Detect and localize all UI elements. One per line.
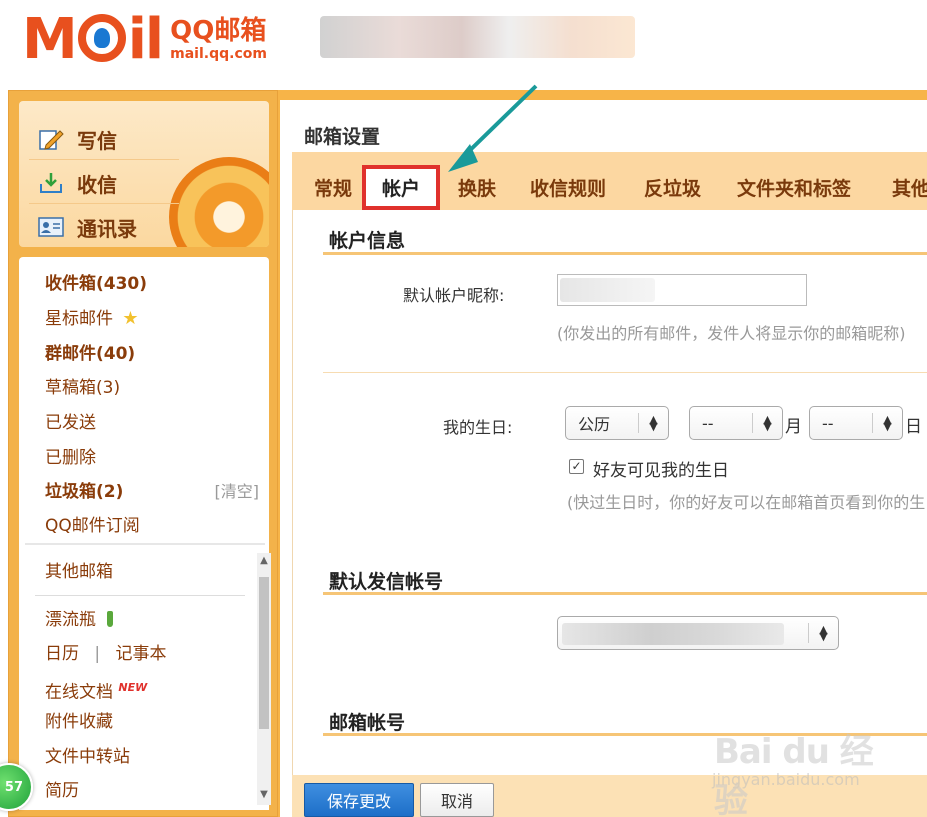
section-divider (323, 372, 927, 373)
receive-label: 收信 (77, 172, 117, 197)
other-mailbox[interactable]: 其他邮箱 (45, 561, 113, 583)
scroll-up-icon[interactable]: ▲ (258, 555, 270, 567)
scrollbar-thumb[interactable] (259, 577, 269, 729)
select-arrows-icon: ▲ ▼ (752, 413, 782, 433)
qq-penguin-icon (77, 14, 126, 62)
folder-starred[interactable]: 星标邮件 ★ (45, 308, 139, 330)
drift-bottle-label: 漂流瓶 (45, 610, 96, 630)
logo-text: QQ邮箱 mail.qq.com (170, 17, 267, 63)
clear-spam-link[interactable]: [清空] (215, 481, 260, 503)
folder-sent[interactable]: 已发送 (45, 412, 96, 434)
folder-starred-label: 星标邮件 (45, 309, 113, 329)
calendar-type-value: 公历 (578, 415, 611, 434)
birth-day-value: -- (822, 413, 834, 433)
folder-spam[interactable]: 垃圾箱(2) (45, 481, 123, 503)
folder-subscription[interactable]: QQ邮件订阅 (45, 515, 140, 537)
blurred-sender-account (562, 623, 784, 645)
section-mailbox-account: 邮箱帐号 (329, 712, 406, 734)
blurred-nickname (560, 278, 655, 302)
friends-visible-label[interactable]: 好友可见我的生日 (593, 456, 729, 481)
link-separator: | (94, 644, 101, 664)
contacts-label: 通讯录 (77, 216, 137, 241)
select-arrows-icon: ▲ ▼ (808, 623, 838, 643)
receive-button[interactable]: 收信 (37, 163, 117, 203)
nickname-input[interactable] (557, 274, 807, 306)
account-settings-content: 帐户信息 默认帐户昵称: (你发出的所有邮件，发件人将显示你的邮箱昵称) 我的生… (292, 210, 927, 775)
baidu-watermark: Bai du 经验 jingyan.baidu.com (700, 720, 900, 817)
online-docs-label: 在线文档 (45, 682, 113, 703)
logo-product: QQ邮箱 (170, 16, 267, 46)
month-unit: 月 (785, 417, 802, 437)
select-arrows-icon: ▲ ▼ (638, 413, 668, 433)
tab-account[interactable]: 帐户 (362, 165, 440, 210)
orange-decoration (169, 157, 269, 247)
contacts-button[interactable]: 通讯录 (37, 207, 137, 247)
inbox-download-icon (37, 171, 65, 195)
calendar-notepad-row: 日历 | 记事本 (45, 643, 167, 665)
section-divider (323, 592, 927, 595)
folder-scrollbar[interactable]: ▲ ▼ (257, 553, 271, 805)
cancel-button[interactable]: 取消 (420, 783, 494, 817)
page-title: 邮箱设置 (304, 126, 381, 148)
birthday-label: 我的生日: (443, 418, 513, 437)
blurred-account-info (320, 16, 635, 58)
watermark-url: jingyan.baidu.com (712, 770, 860, 789)
tab-other[interactable]: 其他 (892, 174, 927, 201)
pencil-icon (37, 127, 65, 151)
online-docs[interactable]: 在线文档 NEW (45, 677, 147, 704)
compose-label: 写信 (77, 128, 117, 153)
folder-divider (25, 543, 265, 545)
settings-tabs: 常规 帐户 换肤 收信规则 反垃圾 文件夹和标签 其他 (292, 152, 927, 210)
folder-group[interactable]: 群邮件(40) (45, 343, 135, 365)
section-divider (323, 252, 927, 255)
folder-inbox[interactable]: 收件箱(430) (45, 273, 147, 295)
section-default-sender: 默认发信帐号 (329, 571, 444, 593)
birth-month-value: -- (702, 413, 714, 433)
quick-divider (29, 159, 179, 160)
nickname-label: 默认帐户昵称: (403, 286, 505, 305)
day-unit: 日 (905, 417, 922, 437)
qq-mail-logo[interactable]: Mil QQ邮箱 mail.qq.com (22, 10, 267, 70)
file-transfer[interactable]: 文件中转站 (45, 746, 130, 768)
tab-mail-rules[interactable]: 收信规则 (530, 174, 606, 201)
qq-mail-settings-page: Mil QQ邮箱 mail.qq.com 写信 收信 通讯录 收件箱(430) … (0, 0, 927, 817)
folder-deleted[interactable]: 已删除 (45, 447, 96, 469)
tab-anti-spam[interactable]: 反垃圾 (644, 174, 701, 201)
select-arrows-icon: ▲ ▼ (872, 413, 902, 433)
default-sender-select[interactable]: ▲ ▼ (557, 616, 839, 650)
calendar-link[interactable]: 日历 (45, 644, 79, 664)
compose-button[interactable]: 写信 (37, 119, 117, 159)
quick-actions: 写信 收信 通讯录 (19, 101, 269, 247)
friends-visible-checkbox[interactable]: ✓ (569, 459, 584, 474)
quick-divider (29, 203, 179, 204)
birth-day-select[interactable]: -- ▲ ▼ (809, 406, 903, 440)
nickname-hint: (你发出的所有邮件，发件人将显示你的邮箱昵称) (557, 324, 906, 343)
calendar-type-select[interactable]: 公历 ▲ ▼ (565, 406, 669, 440)
header: Mil QQ邮箱 mail.qq.com (0, 0, 927, 90)
contact-card-icon (37, 215, 65, 239)
save-button[interactable]: 保存更改 (304, 783, 414, 817)
notepad-link[interactable]: 记事本 (116, 644, 167, 664)
scroll-down-icon[interactable]: ▼ (258, 789, 270, 801)
tab-folders-labels[interactable]: 文件夹和标签 (737, 174, 851, 201)
settings-panel: 邮箱设置 常规 帐户 换肤 收信规则 反垃圾 文件夹和标签 其他 帐户信息 默认… (278, 90, 927, 817)
tab-general[interactable]: 常规 (314, 174, 352, 201)
resume[interactable]: 简历 (45, 780, 79, 802)
section-account-info: 帐户信息 (329, 230, 406, 252)
folder-drafts[interactable]: 草稿箱(3) (45, 377, 120, 399)
folder-divider (35, 595, 245, 596)
birthday-hint: (快过生日时，你的好友可以在邮箱首页看到你的生日) (567, 493, 927, 512)
tab-skin[interactable]: 换肤 (458, 174, 496, 201)
attachments-favorites[interactable]: 附件收藏 (45, 711, 113, 733)
bottle-icon (107, 611, 114, 627)
new-badge: NEW (118, 681, 148, 694)
logo-domain: mail.qq.com (170, 46, 267, 62)
left-sidebar: 写信 收信 通讯录 收件箱(430) 星标邮件 ★ 群邮件(40) 草稿箱(3)… (0, 90, 278, 817)
folder-list: 收件箱(430) 星标邮件 ★ 群邮件(40) 草稿箱(3) 已发送 已删除 垃… (19, 257, 271, 810)
star-icon: ★ (122, 308, 139, 329)
settings-container: 邮箱设置 常规 帐户 换肤 收信规则 反垃圾 文件夹和标签 其他 帐户信息 默认… (280, 100, 927, 817)
logo-wordmark: Mil (22, 7, 164, 72)
drift-bottle[interactable]: 漂流瓶 (45, 609, 114, 631)
birth-month-select[interactable]: -- ▲ ▼ (689, 406, 783, 440)
